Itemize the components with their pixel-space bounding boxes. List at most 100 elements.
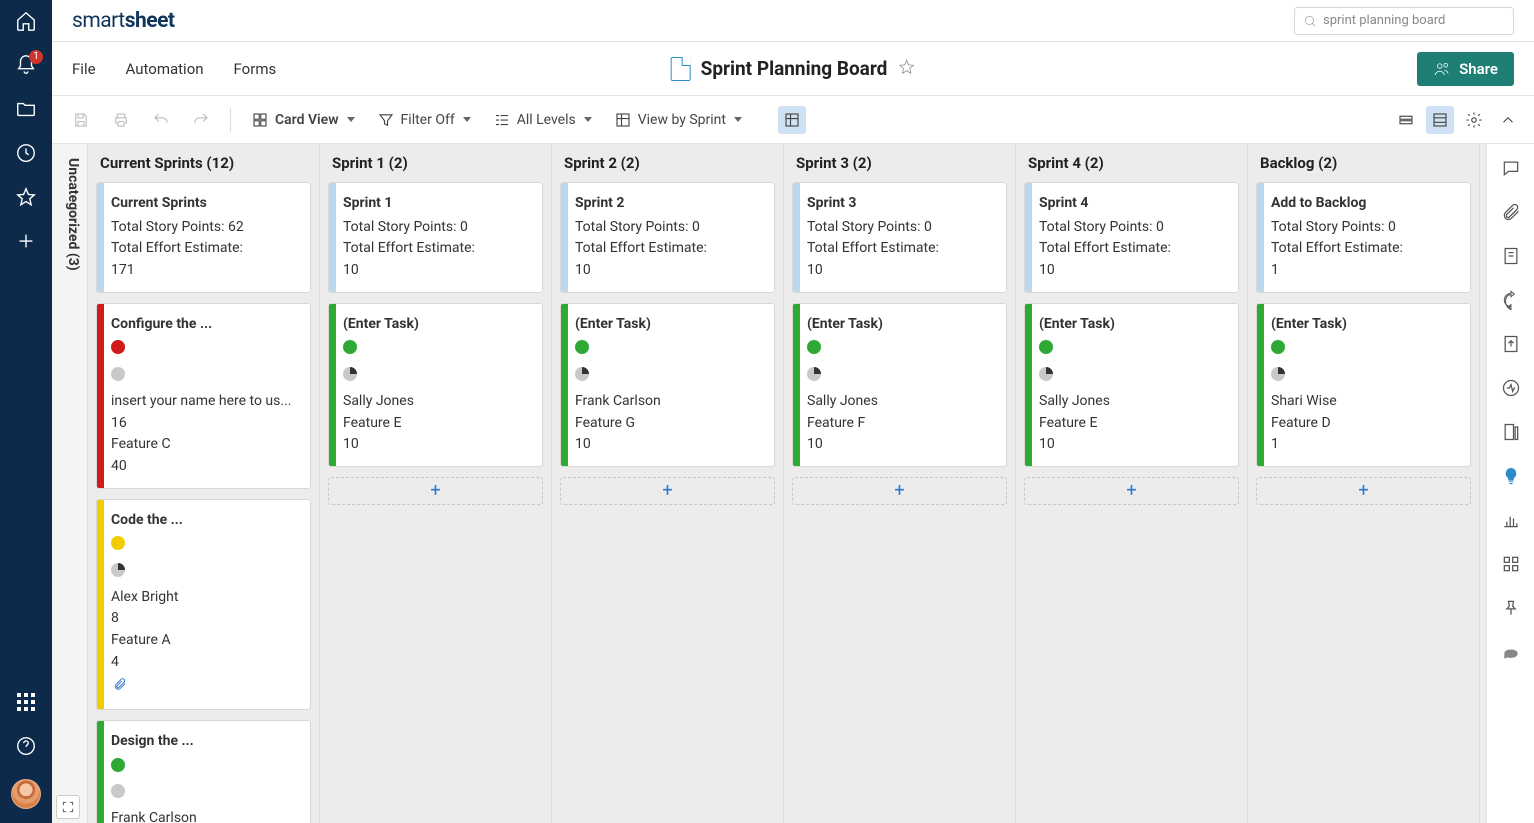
card-field: 40 xyxy=(111,456,300,478)
full-view-button[interactable] xyxy=(1426,106,1454,134)
filter-icon xyxy=(377,111,395,129)
publish-icon[interactable] xyxy=(1501,334,1521,354)
folder-icon[interactable] xyxy=(15,98,37,120)
card-title: Configure the ... xyxy=(111,314,300,336)
pin-icon[interactable] xyxy=(1501,598,1521,618)
activity-log-icon[interactable] xyxy=(1501,378,1521,398)
lane-body: Add to BacklogTotal Story Points: 0Total… xyxy=(1248,182,1479,823)
summary-effort-label: Total Effort Estimate: xyxy=(807,238,996,260)
progress-pie-icon xyxy=(1039,367,1053,381)
card-field: Feature A xyxy=(111,630,300,652)
summary-points: Total Story Points: 0 xyxy=(575,217,764,239)
lane-body: Current SprintsTotal Story Points: 62Tot… xyxy=(88,182,319,823)
lane-uncategorized-collapsed[interactable]: Uncategorized (3) xyxy=(52,144,88,823)
people-icon xyxy=(1433,60,1451,78)
update-requests-icon[interactable] xyxy=(1501,290,1521,310)
logo[interactable]: smartsheet xyxy=(72,9,175,33)
attachments-icon[interactable] xyxy=(1501,202,1521,222)
card-title: (Enter Task) xyxy=(575,314,764,336)
chart-icon[interactable] xyxy=(1501,510,1521,530)
levels-dropdown[interactable]: All Levels xyxy=(485,107,600,133)
task-card[interactable]: (Enter Task)Frank CarlsonFeature G10 xyxy=(560,303,775,467)
lane: Sprint 2 (2)Sprint 2Total Story Points: … xyxy=(552,144,784,823)
help-icon[interactable] xyxy=(15,735,37,757)
compact-view-button[interactable] xyxy=(1392,106,1420,134)
lane-summary-card[interactable]: Sprint 2Total Story Points: 0Total Effor… xyxy=(560,182,775,293)
menu-file[interactable]: File xyxy=(72,60,96,78)
add-card-button[interactable]: + xyxy=(1024,477,1239,505)
card-field: insert your name here to us... xyxy=(111,391,300,413)
comments-icon[interactable] xyxy=(1501,158,1521,178)
lane-body: Sprint 1Total Story Points: 0Total Effor… xyxy=(320,182,551,823)
menu-forms[interactable]: Forms xyxy=(234,60,277,78)
progress-pie-icon xyxy=(575,367,589,381)
task-card[interactable]: (Enter Task)Sally JonesFeature F10 xyxy=(792,303,1007,467)
connector-icon[interactable] xyxy=(1501,642,1521,662)
card-field: 10 xyxy=(1039,434,1228,456)
home-icon[interactable] xyxy=(15,10,37,32)
notifications-icon[interactable]: 1 xyxy=(15,54,37,76)
top-bar: smartsheet sprint planning board xyxy=(52,0,1534,42)
collapse-panel-button[interactable] xyxy=(1494,106,1522,134)
lane-summary-card[interactable]: Sprint 4Total Story Points: 0Total Effor… xyxy=(1024,182,1239,293)
user-avatar[interactable] xyxy=(11,779,41,809)
card-title: (Enter Task) xyxy=(1271,314,1460,336)
summary-effort-value: 1 xyxy=(1271,260,1460,282)
share-button[interactable]: Share xyxy=(1417,52,1514,86)
lane-summary-card[interactable]: Current SprintsTotal Story Points: 62Tot… xyxy=(96,182,311,293)
board-layout-toggle[interactable] xyxy=(778,106,806,134)
card-field: Feature G xyxy=(575,413,764,435)
lane-body: Sprint 2Total Story Points: 0Total Effor… xyxy=(552,182,783,823)
lane-header[interactable]: Sprint 1 (2) xyxy=(320,144,551,182)
fullscreen-button[interactable] xyxy=(56,795,80,819)
lane-header[interactable]: Sprint 3 (2) xyxy=(784,144,1015,182)
add-icon[interactable] xyxy=(15,230,37,252)
add-card-button[interactable]: + xyxy=(560,477,775,505)
task-card[interactable]: Configure the ... insert your name here t… xyxy=(96,303,311,489)
favorites-icon[interactable] xyxy=(15,186,37,208)
card-title: Design the ... xyxy=(111,731,300,753)
lane-header[interactable]: Sprint 4 (2) xyxy=(1016,144,1247,182)
card-field: Feature E xyxy=(1039,413,1228,435)
progress-pie-icon xyxy=(343,367,357,381)
card-field: 16 xyxy=(111,413,300,435)
add-card-button[interactable]: + xyxy=(328,477,543,505)
toolbar: Card View Filter Off All Levels View by … xyxy=(52,96,1534,144)
task-card[interactable]: (Enter Task)Sally JonesFeature E10 xyxy=(328,303,543,467)
task-card[interactable]: (Enter Task)Shari WiseFeature D1 xyxy=(1256,303,1471,467)
view-by-dropdown[interactable]: View by Sprint xyxy=(606,107,750,133)
app-grid-icon[interactable] xyxy=(1501,554,1521,574)
lane-header[interactable]: Sprint 2 (2) xyxy=(552,144,783,182)
task-card[interactable]: (Enter Task)Sally JonesFeature E10 xyxy=(1024,303,1239,467)
task-card[interactable]: Code the ...Alex Bright8Feature A4 xyxy=(96,499,311,711)
lane-summary-card[interactable]: Add to BacklogTotal Story Points: 0Total… xyxy=(1256,182,1471,293)
tips-icon[interactable] xyxy=(1501,466,1521,486)
menu-automation[interactable]: Automation xyxy=(126,60,204,78)
lane-summary-card[interactable]: Sprint 1Total Story Points: 0Total Effor… xyxy=(328,182,543,293)
card-field: Sally Jones xyxy=(1039,391,1228,413)
summary-icon[interactable] xyxy=(1501,422,1521,442)
secondary-dot-icon xyxy=(111,784,125,798)
proofs-icon[interactable] xyxy=(1501,246,1521,266)
card-field: Feature D xyxy=(1271,413,1460,435)
lane-header[interactable]: Backlog (2) xyxy=(1248,144,1479,182)
page-title: Sprint Planning Board xyxy=(701,57,888,80)
lane-header[interactable]: Current Sprints (12) xyxy=(88,144,319,182)
add-card-button[interactable]: + xyxy=(792,477,1007,505)
summary-points: Total Story Points: 62 xyxy=(111,217,300,239)
summary-effort-label: Total Effort Estimate: xyxy=(1039,238,1228,260)
status-dot-icon xyxy=(111,340,125,354)
summary-effort-value: 10 xyxy=(807,260,996,282)
search-icon xyxy=(1303,14,1317,28)
settings-button[interactable] xyxy=(1460,106,1488,134)
card-view-dropdown[interactable]: Card View xyxy=(243,107,363,133)
lane-summary-card[interactable]: Sprint 3Total Story Points: 0Total Effor… xyxy=(792,182,1007,293)
recents-icon[interactable] xyxy=(15,142,37,164)
apps-icon[interactable] xyxy=(15,691,37,713)
favorite-star-icon[interactable] xyxy=(897,58,915,80)
card-field: 10 xyxy=(343,434,532,456)
task-card[interactable]: Design the ...Frank Carlson4Feature A16 xyxy=(96,720,311,823)
add-card-button[interactable]: + xyxy=(1256,477,1471,505)
global-search[interactable]: sprint planning board xyxy=(1294,7,1514,35)
filter-dropdown[interactable]: Filter Off xyxy=(369,107,479,133)
